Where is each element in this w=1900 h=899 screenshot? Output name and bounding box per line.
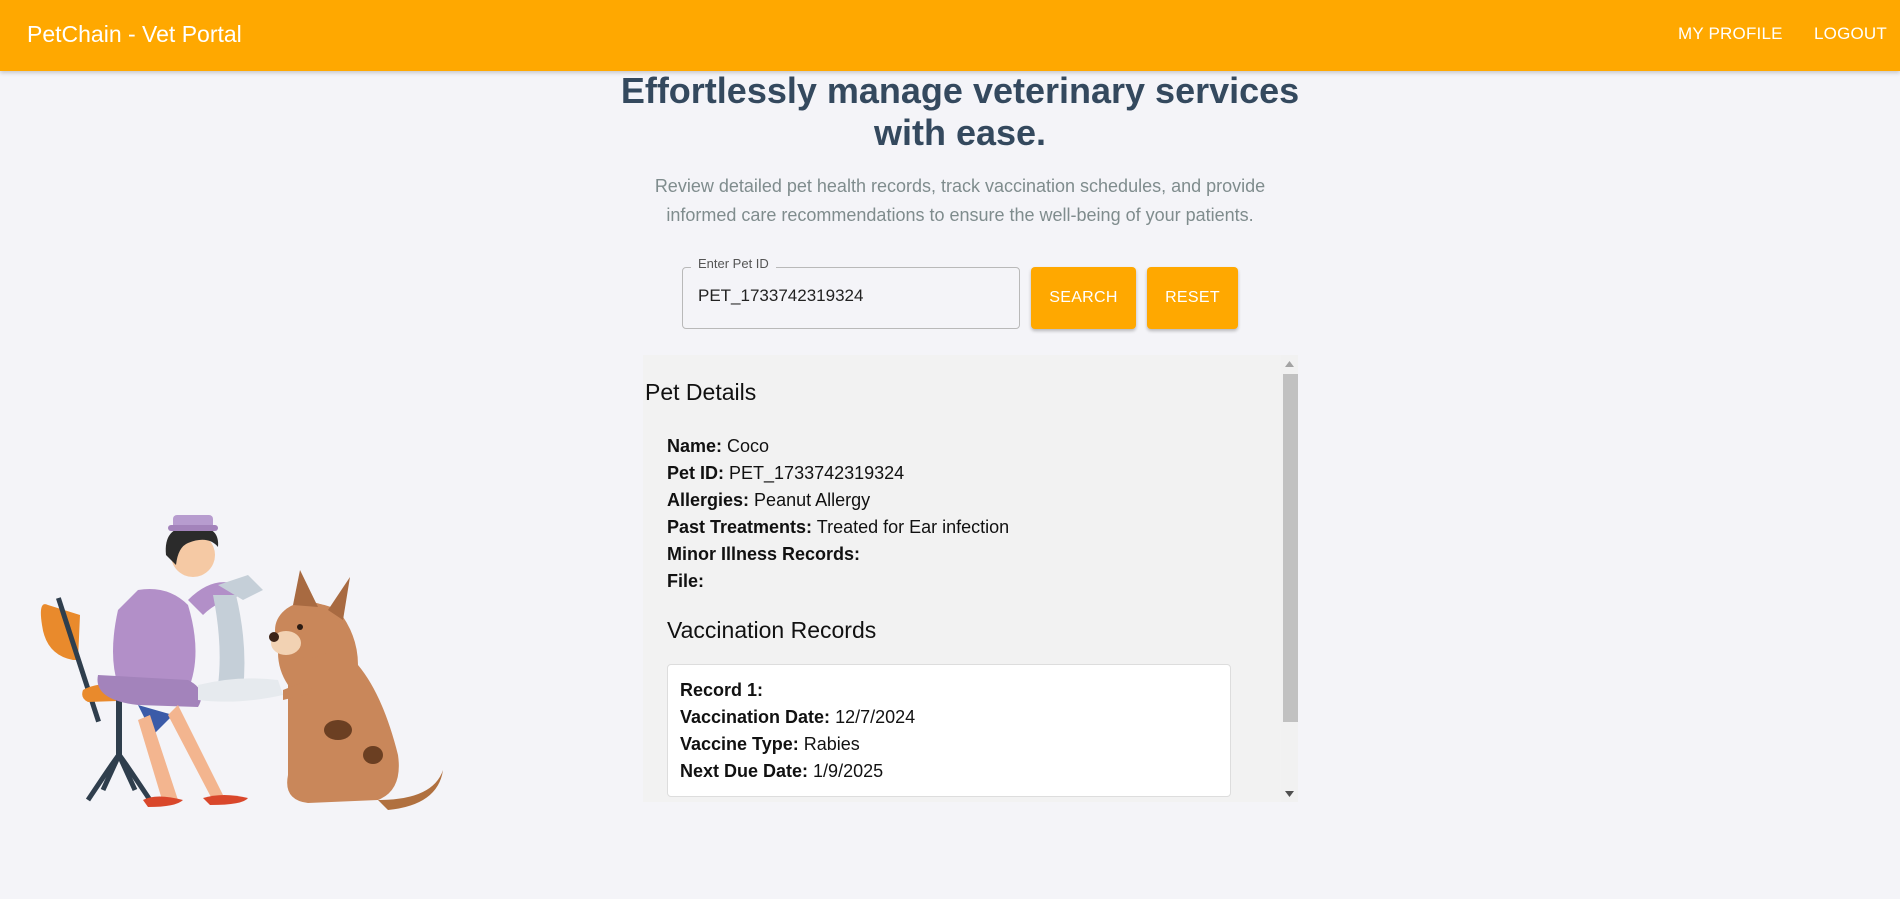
detail-label: Allergies: bbox=[667, 490, 750, 510]
detail-row-file: File: bbox=[667, 568, 1009, 595]
record-title: Record 1: bbox=[680, 677, 1218, 704]
pet-id-label: Enter Pet ID bbox=[691, 256, 776, 272]
record-title-text: Record 1: bbox=[680, 680, 764, 700]
record-row-date: Vaccination Date: 12/7/2024 bbox=[680, 704, 1218, 731]
detail-value: Peanut Allergy bbox=[754, 490, 871, 510]
detail-row-name: Name: Coco bbox=[667, 433, 1009, 460]
scroll-down-arrow-icon[interactable] bbox=[1281, 785, 1298, 802]
app-title: PetChain - Vet Portal bbox=[27, 21, 242, 47]
vaccination-records-title: Vaccination Records bbox=[667, 617, 877, 643]
record-value: 12/7/2024 bbox=[835, 707, 916, 727]
detail-row-allergies: Allergies: Peanut Allergy bbox=[667, 487, 1009, 514]
detail-label: File: bbox=[667, 571, 705, 591]
pet-id-input[interactable] bbox=[698, 286, 998, 306]
record-row-type: Vaccine Type: Rabies bbox=[680, 731, 1218, 758]
record-row-next-due: Next Due Date: 1/9/2025 bbox=[680, 758, 1218, 785]
detail-label: Name: bbox=[667, 436, 723, 456]
pet-id-field[interactable] bbox=[682, 267, 1020, 329]
detail-row-past-treatments: Past Treatments: Treated for Ear infecti… bbox=[667, 514, 1009, 541]
record-value: 1/9/2025 bbox=[813, 761, 884, 781]
detail-value: PET_1733742319324 bbox=[729, 463, 905, 483]
detail-row-pet-id: Pet ID: PET_1733742319324 bbox=[667, 460, 1009, 487]
detail-row-minor-illness: Minor Illness Records: bbox=[667, 541, 1009, 568]
search-button[interactable]: SEARCH bbox=[1031, 267, 1136, 329]
detail-value: Coco bbox=[727, 436, 770, 456]
scroll-up-arrow-icon[interactable] bbox=[1281, 355, 1298, 372]
detail-label: Minor Illness Records: bbox=[667, 544, 861, 564]
reset-button[interactable]: RESET bbox=[1147, 267, 1238, 329]
record-label: Next Due Date: bbox=[680, 761, 809, 781]
record-value: Rabies bbox=[803, 734, 860, 754]
pet-details-panel: Pet Details Name: Coco Pet ID: PET_17337… bbox=[643, 355, 1298, 802]
scroll-thumb[interactable] bbox=[1283, 374, 1298, 722]
my-profile-button[interactable]: MY PROFILE bbox=[1678, 22, 1783, 46]
vet-bandaging-dog-illustration-icon bbox=[38, 515, 458, 815]
pet-details-list: Name: Coco Pet ID: PET_1733742319324 All… bbox=[667, 433, 1009, 595]
page-heading: Effortlessly manage veterinary services … bbox=[620, 70, 1300, 153]
app-bar: PetChain - Vet Portal MY PROFILE LOGOUT bbox=[0, 0, 1900, 71]
page-subtitle: Review detailed pet health records, trac… bbox=[654, 176, 1266, 225]
logout-button[interactable]: LOGOUT bbox=[1814, 22, 1887, 46]
detail-value: Treated for Ear infection bbox=[816, 517, 1010, 537]
vaccination-record-card: Record 1: Vaccination Date: 12/7/2024 Va… bbox=[667, 664, 1231, 797]
detail-label: Pet ID: bbox=[667, 463, 725, 483]
record-label: Vaccine Type: bbox=[680, 734, 799, 754]
detail-label: Past Treatments: bbox=[667, 517, 813, 537]
pet-details-title: Pet Details bbox=[645, 379, 757, 405]
record-label: Vaccination Date: bbox=[680, 707, 831, 727]
panel-scrollbar[interactable] bbox=[1281, 355, 1298, 802]
